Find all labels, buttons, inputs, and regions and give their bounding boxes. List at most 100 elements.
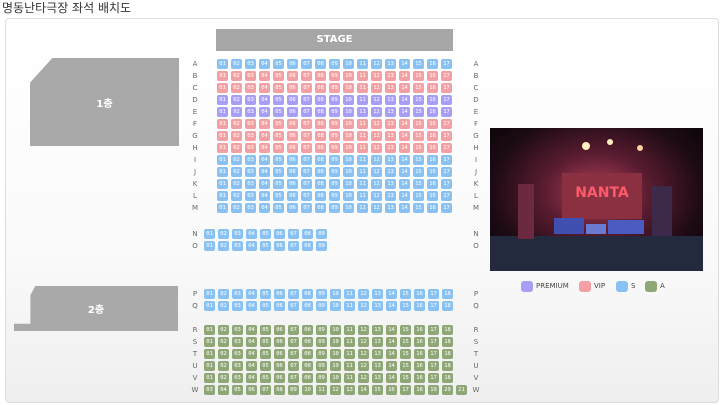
seat[interactable]: 07 xyxy=(301,179,312,189)
seat[interactable]: 14 xyxy=(386,301,397,311)
seat[interactable]: 04 xyxy=(218,385,229,395)
seat[interactable]: 01 xyxy=(217,131,228,141)
seat[interactable]: 09 xyxy=(316,241,327,251)
seat[interactable]: 06 xyxy=(274,289,285,299)
seat[interactable]: 07 xyxy=(301,131,312,141)
seat[interactable]: 04 xyxy=(259,155,270,165)
seat[interactable]: 01 xyxy=(217,203,228,213)
seat[interactable]: 13 xyxy=(385,167,396,177)
seat[interactable]: 17 xyxy=(441,203,452,213)
seat[interactable]: 03 xyxy=(232,301,243,311)
seat[interactable]: 12 xyxy=(371,131,382,141)
seat[interactable]: 13 xyxy=(372,325,383,335)
seat[interactable]: 06 xyxy=(287,59,298,69)
seat[interactable]: 08 xyxy=(302,349,313,359)
seat[interactable]: 10 xyxy=(330,325,341,335)
seat[interactable]: 08 xyxy=(315,119,326,129)
seat[interactable]: 11 xyxy=(357,107,368,117)
seat[interactable]: 06 xyxy=(287,119,298,129)
seat[interactable]: 15 xyxy=(413,119,424,129)
seat[interactable]: 09 xyxy=(316,289,327,299)
seat[interactable]: 16 xyxy=(427,179,438,189)
seat[interactable]: 02 xyxy=(231,107,242,117)
seat[interactable]: 07 xyxy=(260,385,271,395)
seat[interactable]: 08 xyxy=(302,361,313,371)
seat[interactable]: 10 xyxy=(343,83,354,93)
seat[interactable]: 07 xyxy=(288,241,299,251)
seat[interactable]: 12 xyxy=(358,337,369,347)
seat[interactable]: 03 xyxy=(232,337,243,347)
seat[interactable]: 13 xyxy=(385,131,396,141)
seat[interactable]: 01 xyxy=(217,155,228,165)
seat[interactable]: 15 xyxy=(413,131,424,141)
seat[interactable]: 10 xyxy=(343,71,354,81)
seat[interactable]: 08 xyxy=(315,143,326,153)
seat[interactable]: 08 xyxy=(302,229,313,239)
seat[interactable]: 15 xyxy=(400,289,411,299)
seat[interactable]: 16 xyxy=(386,385,397,395)
seat[interactable]: 09 xyxy=(329,59,340,69)
seat[interactable]: 02 xyxy=(218,349,229,359)
seat[interactable]: 07 xyxy=(301,119,312,129)
seat[interactable]: 17 xyxy=(428,349,439,359)
seat[interactable]: 03 xyxy=(245,83,256,93)
seat[interactable]: 17 xyxy=(428,289,439,299)
seat[interactable]: 08 xyxy=(315,71,326,81)
seat[interactable]: 07 xyxy=(301,95,312,105)
seat[interactable]: 09 xyxy=(329,131,340,141)
seat[interactable]: 06 xyxy=(274,349,285,359)
seat[interactable]: 09 xyxy=(329,119,340,129)
seat[interactable]: 15 xyxy=(400,361,411,371)
seat[interactable]: 18 xyxy=(414,385,425,395)
seat[interactable]: 17 xyxy=(428,301,439,311)
seat[interactable]: 12 xyxy=(358,301,369,311)
seat[interactable]: 12 xyxy=(358,361,369,371)
seat[interactable]: 11 xyxy=(316,385,327,395)
seat[interactable]: 08 xyxy=(302,373,313,383)
seat[interactable]: 02 xyxy=(218,373,229,383)
seat[interactable]: 10 xyxy=(343,179,354,189)
seat[interactable]: 07 xyxy=(301,167,312,177)
seat[interactable]: 15 xyxy=(413,83,424,93)
seat[interactable]: 14 xyxy=(399,95,410,105)
seat[interactable]: 01 xyxy=(217,59,228,69)
seat[interactable]: 05 xyxy=(273,119,284,129)
seat[interactable]: 18 xyxy=(442,301,453,311)
seat[interactable]: 04 xyxy=(259,179,270,189)
seat[interactable]: 02 xyxy=(231,191,242,201)
seat[interactable]: 13 xyxy=(344,385,355,395)
seat[interactable]: 09 xyxy=(316,349,327,359)
seat[interactable]: 11 xyxy=(357,71,368,81)
seat[interactable]: 09 xyxy=(329,179,340,189)
seat[interactable]: 14 xyxy=(386,289,397,299)
seat[interactable]: 16 xyxy=(427,71,438,81)
seat[interactable]: 16 xyxy=(414,373,425,383)
seat[interactable]: 08 xyxy=(315,131,326,141)
seat[interactable]: 06 xyxy=(287,155,298,165)
seat[interactable]: 06 xyxy=(287,71,298,81)
seat[interactable]: 05 xyxy=(260,241,271,251)
seat[interactable]: 09 xyxy=(329,167,340,177)
seat[interactable]: 18 xyxy=(442,373,453,383)
seat[interactable]: 10 xyxy=(330,349,341,359)
seat[interactable]: 13 xyxy=(385,203,396,213)
seat[interactable]: 03 xyxy=(204,385,215,395)
seat[interactable]: 01 xyxy=(217,191,228,201)
seat[interactable]: 05 xyxy=(273,143,284,153)
seat[interactable]: 05 xyxy=(232,385,243,395)
seat[interactable]: 07 xyxy=(288,373,299,383)
seat[interactable]: 09 xyxy=(329,95,340,105)
seat[interactable]: 08 xyxy=(315,191,326,201)
seat[interactable]: 09 xyxy=(329,191,340,201)
seat[interactable]: 04 xyxy=(246,229,257,239)
seat[interactable]: 02 xyxy=(231,179,242,189)
seat[interactable]: 05 xyxy=(273,71,284,81)
seat[interactable]: 02 xyxy=(231,203,242,213)
seat[interactable]: 17 xyxy=(441,119,452,129)
seat[interactable]: 05 xyxy=(273,203,284,213)
seat[interactable]: 14 xyxy=(386,337,397,347)
seat[interactable]: 12 xyxy=(330,385,341,395)
seat[interactable]: 07 xyxy=(301,155,312,165)
seat[interactable]: 10 xyxy=(330,301,341,311)
seat[interactable]: 16 xyxy=(427,155,438,165)
